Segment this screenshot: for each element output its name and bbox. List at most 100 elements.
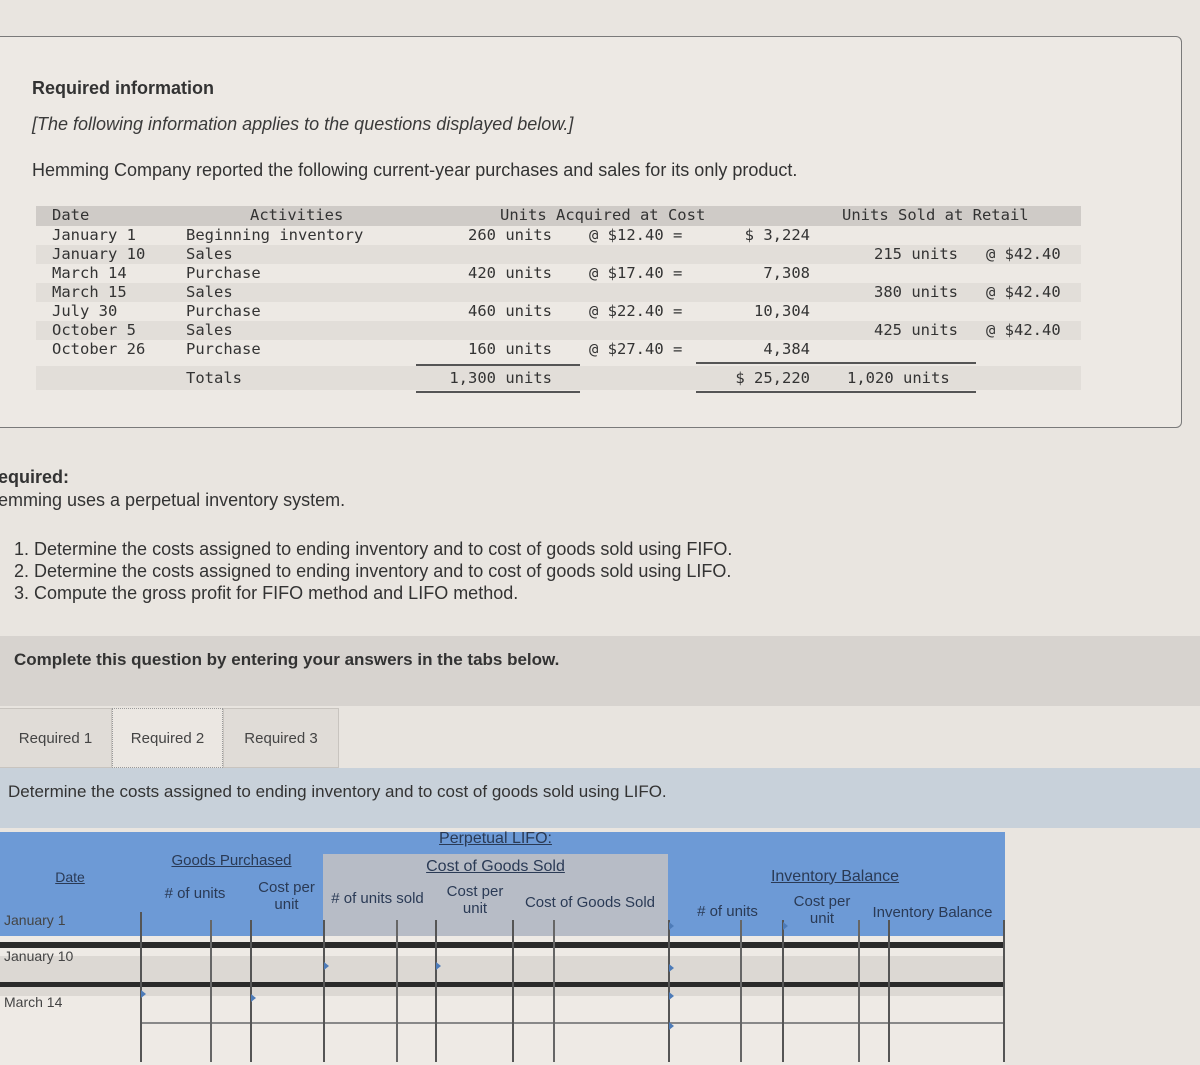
ib-balance-header: Inventory Balance xyxy=(872,903,993,921)
row-units-sold: 215 units xyxy=(874,244,958,263)
row-divider xyxy=(0,982,1005,987)
problem-intro: Hemming Company reported the following c… xyxy=(32,160,798,180)
jan10-units-sold-input[interactable] xyxy=(324,960,395,982)
instructions-bar xyxy=(0,636,1200,716)
row-date: January 10 xyxy=(52,244,146,263)
task-list: 1. Determine the costs assigned to endin… xyxy=(14,538,732,604)
header-date: Date xyxy=(52,206,90,224)
row-units-acquired: 460 units xyxy=(468,301,552,320)
totals-label: Totals xyxy=(186,369,242,387)
column-divider xyxy=(210,920,212,1062)
tab-required-2[interactable]: Required 2 xyxy=(112,708,223,768)
jan10-balance-units-input[interactable] xyxy=(669,960,739,982)
row-total-cost: 7,308 xyxy=(763,263,810,282)
row-total-cost: $ 3,224 xyxy=(744,225,810,244)
grid-title: Perpetual LIFO: xyxy=(439,829,552,847)
perpetual-lifo-grid: Perpetual LIFO: Date Goods Purchased # o… xyxy=(0,830,1005,1065)
input-indicator xyxy=(141,990,146,998)
row-activity: Sales xyxy=(186,244,233,263)
row-activity: Purchase xyxy=(186,263,261,282)
row-retail-price: @ $42.40 xyxy=(986,320,1061,339)
row-date: October 5 xyxy=(52,320,136,339)
row-date: July 30 xyxy=(52,301,118,320)
row-retail-price: @ $42.40 xyxy=(986,244,1061,263)
required-information-title: Required information xyxy=(32,78,215,98)
mar14-balance-units-input[interactable] xyxy=(669,990,739,1020)
units-total-line xyxy=(416,391,580,393)
row-units-sold: 425 units xyxy=(874,320,958,339)
row-total-cost: 4,384 xyxy=(763,339,810,358)
column-divider xyxy=(740,920,742,1062)
row-date-march-14: March 14 xyxy=(4,994,63,1010)
row-units-acquired: 420 units xyxy=(468,263,552,282)
table-row: March 14 Purchase 420 units @ $17.40 = 7,308 xyxy=(36,264,1081,283)
gp-cost-header: Cost per unit xyxy=(258,879,315,913)
row-activity: Beginning inventory xyxy=(186,225,364,244)
cogs-units-header: # of units sold xyxy=(331,889,424,907)
row-date: March 15 xyxy=(52,282,127,301)
header-activities: Activities xyxy=(250,206,344,224)
row-activity: Purchase xyxy=(186,301,261,320)
row-date: March 14 xyxy=(52,263,127,282)
column-divider xyxy=(888,920,890,1062)
table-row: March 15 Sales 380 units @ $42.40 xyxy=(36,282,1081,302)
tab-prompt: Determine the costs assigned to ending i… xyxy=(8,782,667,801)
mar14-purchase-cost-input[interactable] xyxy=(251,990,322,1020)
input-indicator xyxy=(669,964,674,972)
cost-total-line xyxy=(696,391,976,393)
column-divider xyxy=(396,920,398,1062)
table-row: October 5 Sales 425 units @ $42.40 xyxy=(36,320,1081,340)
column-divider xyxy=(553,920,555,1062)
row-date: January 1 xyxy=(52,225,136,244)
input-indicator xyxy=(669,922,674,930)
row-unit-cost: @ $12.40 = xyxy=(589,225,683,244)
row-activity: Sales xyxy=(186,320,233,339)
task-item: 1. Determine the costs assigned to endin… xyxy=(14,539,733,559)
cogs-title: Cost of Goods Sold xyxy=(426,857,565,875)
task-item: 2. Determine the costs assigned to endin… xyxy=(14,561,732,581)
row-date: October 26 xyxy=(52,339,146,358)
tab-required-1[interactable]: Required 1 xyxy=(0,708,112,768)
row-retail-price: @ $42.40 xyxy=(986,282,1061,301)
totals-row: Totals 1,300 units $ 25,220 1,020 units xyxy=(36,366,1081,390)
header-units-acquired: Units Acquired at Cost xyxy=(500,206,706,224)
row-unit-cost: @ $22.40 = xyxy=(589,301,683,320)
table-row: January 1 Beginning inventory 260 units @ $… xyxy=(36,226,1081,245)
table-header-row: Date Activities Units Acquired at Cost U… xyxy=(36,206,1081,226)
mar14-purchase-units-input[interactable] xyxy=(141,990,209,1020)
table-row: January 10 Sales 215 units @ $42.40 xyxy=(36,244,1081,264)
table-row: July 30 Purchase 460 units @ $22.40 = 10,304 xyxy=(36,302,1081,321)
task-item: 3. Compute the gross profit for FIFO met… xyxy=(14,583,519,603)
cogs-total-header: Cost of Goods Sold xyxy=(524,893,656,911)
gp-units-header: # of units xyxy=(164,884,226,902)
header-units-sold: Units Sold at Retail xyxy=(842,206,1029,224)
table-row: October 26 Purchase 160 units @ $27.40 = 4,3… xyxy=(36,340,1081,359)
row-unit-cost: @ $17.40 = xyxy=(589,263,683,282)
information-note: [The following information applies to th… xyxy=(32,114,574,134)
input-indicator xyxy=(669,1022,674,1030)
row-units-sold: 380 units xyxy=(874,282,958,301)
inventory-balance-title: Inventory Balance xyxy=(770,867,900,885)
row-activity: Purchase xyxy=(186,339,261,358)
totals-units-sold: 1,020 units xyxy=(847,369,950,387)
row-total-cost: 10,304 xyxy=(754,301,810,320)
row-divider xyxy=(140,1022,1005,1024)
date-column-header: Date xyxy=(55,868,85,885)
jan1-balance-units-input[interactable] xyxy=(669,920,739,942)
jan1-purchase-cost-input[interactable] xyxy=(251,920,322,942)
row-activity: Sales xyxy=(186,282,233,301)
jan1-purchase-units-input[interactable] xyxy=(141,920,209,942)
input-indicator xyxy=(324,962,329,970)
cost-subtotal-line xyxy=(696,362,976,364)
jan1-balance-cost-input[interactable] xyxy=(783,920,857,942)
goods-purchased-title: Goods Purchased xyxy=(171,851,292,869)
column-divider xyxy=(435,920,437,1062)
totals-units-acquired: 1,300 units xyxy=(449,369,552,387)
required-subtext: emming uses a perpetual inventory system… xyxy=(0,490,346,510)
input-indicator xyxy=(251,994,256,1002)
jan10-cost-per-unit-input[interactable] xyxy=(436,960,511,982)
input-indicator xyxy=(783,922,788,930)
column-divider xyxy=(512,920,514,1062)
column-divider xyxy=(323,920,325,1062)
tab-required-3[interactable]: Required 3 xyxy=(223,708,339,768)
